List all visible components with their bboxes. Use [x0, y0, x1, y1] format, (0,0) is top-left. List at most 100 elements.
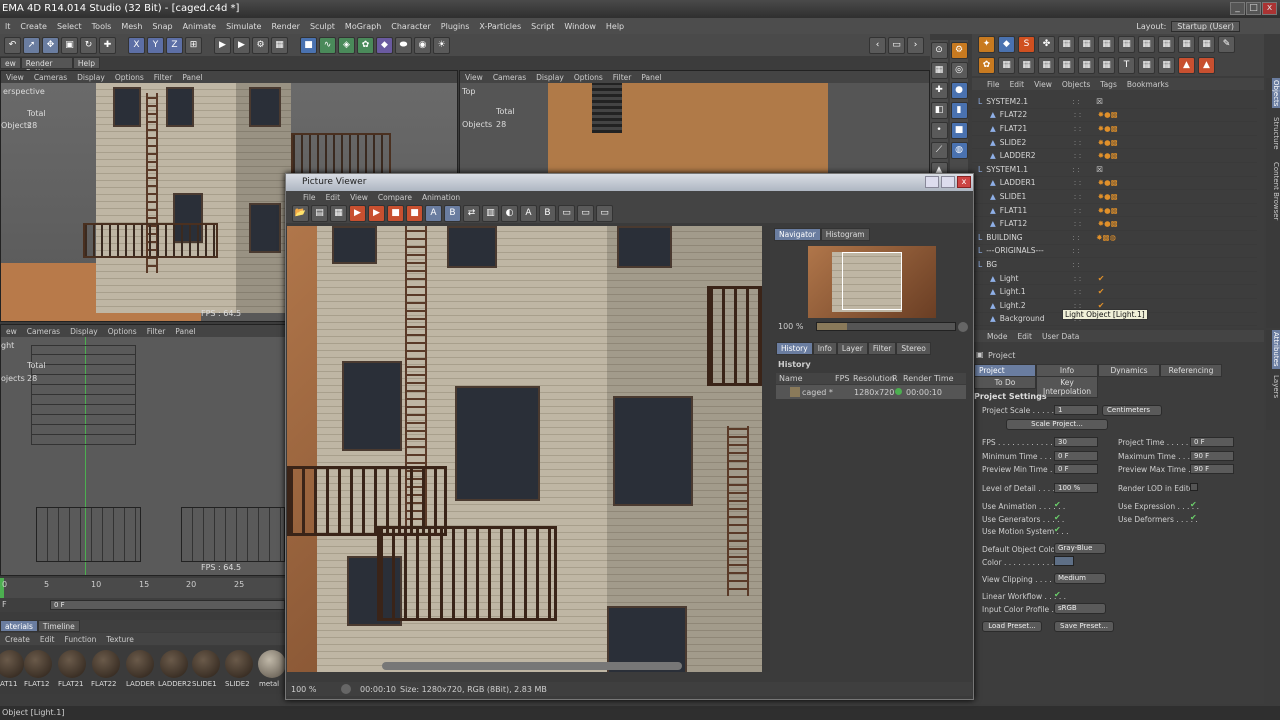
swap-icon[interactable]: ⇄ [463, 204, 480, 222]
tool-icon[interactable]: S [1018, 36, 1035, 53]
save-preset-button[interactable]: Save Preset... [1054, 621, 1114, 632]
globe-icon[interactable]: ◍ [950, 142, 968, 159]
tool-icon[interactable]: ▲ [1178, 57, 1195, 74]
object-row[interactable]: ▲ FLAT12: : ✸●▩ [972, 217, 1257, 231]
tag-icons[interactable]: ✸●▩ [1098, 192, 1118, 201]
cylinder-icon[interactable]: ▮ [950, 102, 968, 119]
input-profile-dropdown[interactable]: sRGB [1054, 603, 1106, 614]
render-picture-viewer-icon[interactable]: ▶ [233, 36, 250, 54]
z-axis-icon[interactable]: Z [166, 36, 183, 54]
split-icon[interactable]: ▥ [482, 204, 499, 222]
viewport-menu-item[interactable]: Cameras [488, 73, 531, 82]
visibility-dots[interactable]: : : [1074, 274, 1098, 283]
tag-icons[interactable]: ☒ [1096, 97, 1103, 106]
object-row[interactable]: ▲ Light: : ✔ [972, 272, 1257, 286]
back-icon[interactable]: ‹ [869, 36, 886, 54]
viewport-menu-item[interactable]: Options [569, 73, 608, 82]
tool-icon[interactable]: ▦ [1038, 57, 1055, 74]
material-preview[interactable] [225, 650, 253, 678]
visibility-dots[interactable]: : : [1074, 219, 1098, 228]
tool-icon[interactable]: ▦ [1078, 57, 1095, 74]
render-lod-checkbox[interactable] [1190, 483, 1198, 491]
viewport-menu-item[interactable]: Cameras [22, 327, 65, 336]
scale-project-button[interactable]: Scale Project... [1006, 419, 1108, 430]
forward-icon[interactable]: › [907, 36, 924, 54]
menu-item[interactable]: Script [526, 22, 559, 31]
viewport-menu-item[interactable]: Filter [608, 73, 637, 82]
y-axis-icon[interactable]: Y [147, 36, 164, 54]
visibility-dots[interactable]: : : [1072, 260, 1096, 269]
view-a-icon[interactable]: ▭ [558, 204, 575, 222]
viewport-menu-item[interactable]: ew [1, 327, 22, 336]
coordinate-system-icon[interactable]: ⊞ [185, 36, 202, 54]
image-vertical-scrollbar[interactable] [762, 226, 770, 672]
attr-menu-item[interactable]: User Data [1037, 332, 1084, 341]
tweak-icon[interactable]: ◎ [950, 62, 968, 79]
maximize-button[interactable]: □ [1246, 2, 1261, 15]
tool-icon[interactable]: ✿ [978, 57, 995, 74]
tool-icon[interactable]: ▦ [1138, 57, 1155, 74]
viewport-menu-item[interactable]: Panel [177, 73, 207, 82]
layout-dropdown[interactable]: Startup (User) [1171, 20, 1240, 32]
menu-item[interactable]: X-Particles [474, 22, 526, 31]
tool-icon[interactable]: ▦ [1018, 57, 1035, 74]
visibility-dots[interactable]: : : [1074, 178, 1098, 187]
pv-maximize-button[interactable] [941, 176, 955, 188]
use-motion-checkbox[interactable]: ✔ [1054, 525, 1061, 534]
undo-icon[interactable]: ↶ [4, 36, 21, 54]
right-viewport[interactable]: ew Cameras Display Options Filter Panel … [0, 324, 286, 576]
visibility-dots[interactable]: : : [1074, 287, 1098, 296]
object-row[interactable]: ▲ FLAT11: : ✸●▩ [972, 204, 1257, 218]
add-icon[interactable]: ✚ [99, 36, 116, 54]
object-row[interactable]: L SYSTEM1.1: : ☒ [972, 163, 1257, 177]
filmstrip-icon[interactable]: ▭ [596, 204, 613, 222]
lod-field[interactable]: 100 % [1054, 483, 1098, 493]
tool-icon[interactable]: ✤ [1038, 36, 1055, 53]
stop-icon[interactable]: ■ [387, 204, 404, 222]
tool-icon[interactable]: ▦ [1198, 36, 1215, 53]
viewport-menu-item[interactable]: Filter [149, 73, 178, 82]
side-tab-attributes[interactable]: Attributes [1272, 330, 1280, 369]
pv-menu-item[interactable]: Compare [373, 193, 417, 202]
tab-help[interactable]: Help [72, 57, 100, 69]
tag-icons[interactable]: ✸●▩ [1098, 124, 1118, 133]
menu-item[interactable]: lt [0, 22, 15, 31]
object-row[interactable]: ▲ LADDER2: : ✸●▩ [972, 149, 1257, 163]
tool-icon[interactable]: ▦ [1158, 57, 1175, 74]
menu-item[interactable]: Select [52, 22, 87, 31]
tool-icon[interactable]: ▦ [1058, 36, 1075, 53]
view-icon[interactable]: ▭ [888, 36, 905, 54]
om-menu-item[interactable]: Edit [1005, 80, 1030, 89]
visibility-dots[interactable]: : : [1074, 192, 1098, 201]
viewport-menu-item[interactable]: Options [103, 327, 142, 336]
om-menu-item[interactable]: Objects [1057, 80, 1095, 89]
side-tab-content-browser[interactable]: Content Browser [1272, 158, 1280, 224]
point-mode-icon[interactable]: • [930, 122, 948, 139]
viewport-menu-item[interactable]: Display [531, 73, 569, 82]
render-icon[interactable]: ▶ [349, 204, 366, 222]
viewport-menu-item[interactable]: View [460, 73, 488, 82]
menu-item[interactable]: Animate [178, 22, 222, 31]
rotate-icon[interactable]: ↻ [80, 36, 97, 54]
viewport-menu-item[interactable]: View [1, 73, 29, 82]
object-row[interactable]: L BUILDING: : ✸▩◍ [972, 231, 1257, 245]
tab-render-settings[interactable]: Render Settings [20, 57, 73, 77]
color-swatch[interactable] [1054, 556, 1074, 566]
tool-icon[interactable]: ▲ [1198, 57, 1215, 74]
tab-edit[interactable]: ew [0, 57, 21, 69]
menu-item[interactable]: Create [15, 22, 52, 31]
navigator-viewport-box[interactable] [842, 252, 902, 310]
tool-icon[interactable]: ✎ [1218, 36, 1235, 53]
grid-icon[interactable]: ▦ [330, 204, 347, 222]
diff-icon[interactable]: ◐ [501, 204, 518, 222]
timeline-ruler[interactable]: 0 5 10 15 20 25 [0, 578, 286, 598]
tool-icon[interactable]: ▦ [1118, 36, 1135, 53]
image-scrollbar[interactable] [382, 662, 682, 670]
view-clipping-dropdown[interactable]: Medium [1054, 573, 1106, 584]
cube-icon[interactable]: ■ [300, 36, 317, 54]
rendered-image[interactable] [287, 226, 762, 672]
menu-item[interactable]: Plugins [436, 22, 475, 31]
spline-icon[interactable]: ∿ [319, 36, 336, 54]
linear-workflow-checkbox[interactable]: ✔ [1054, 590, 1061, 599]
material-menu-item[interactable]: Texture [101, 635, 138, 644]
